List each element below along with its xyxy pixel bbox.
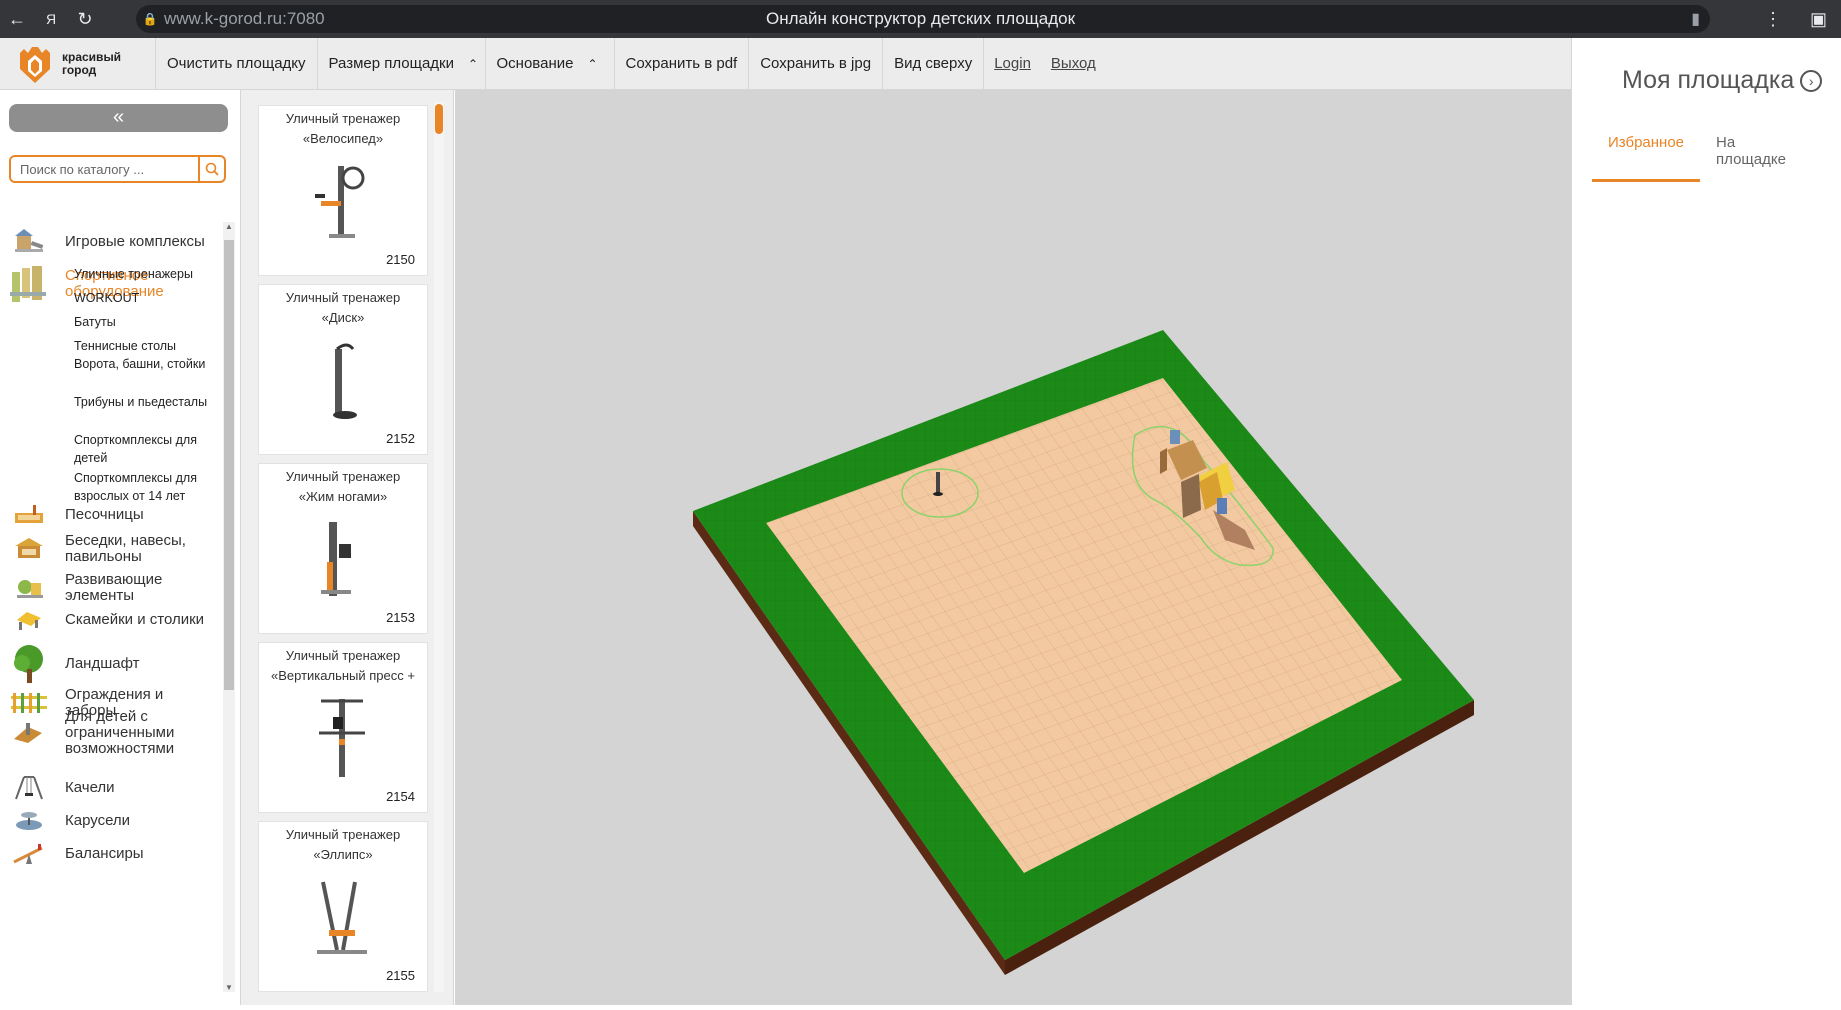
product-scroll-thumb[interactable]: [435, 104, 443, 134]
chevron-right-circle-icon[interactable]: ›: [1800, 69, 1823, 92]
product-title: Уличный тренажер «Жим ногами»: [285, 469, 401, 504]
category-swings[interactable]: Качели: [10, 771, 215, 805]
subcategory-outdoor-trainers[interactable]: Уличные тренажеры: [74, 265, 214, 283]
trainer-ellipse-image: [317, 881, 367, 954]
disc-trainer-base: [933, 492, 943, 496]
category-educational[interactable]: Развивающие элементы: [10, 571, 215, 605]
my-area-title: Моя площадка ›: [1622, 66, 1823, 95]
product-card[interactable]: Уличный тренажер «Велосипед» 2150: [259, 106, 427, 275]
url-text: www.k-gorod.ru:7080: [164, 9, 325, 28]
trainer-leg-press-image: [321, 522, 351, 596]
catalog-sidebar: « Игровые комплексы Спортивное оборудова…: [0, 90, 241, 1005]
product-card[interactable]: Уличный тренажер «Эллипс» 2155: [259, 822, 427, 991]
lock-icon: 🔒: [142, 12, 158, 26]
yandex-icon[interactable]: Я: [34, 0, 68, 38]
logout-link[interactable]: Выход: [1041, 38, 1106, 89]
swing-icon: [10, 771, 48, 805]
app-header: красивый город Очистить площадку Размер …: [0, 38, 1571, 90]
product-code: 2153: [386, 610, 415, 625]
area-size-dropdown[interactable]: Размер площадки ⌃: [318, 38, 486, 89]
tree-icon: [10, 643, 48, 685]
address-bar[interactable]: 🔒 www.k-gorod.ru:7080 ▮: [136, 5, 1710, 33]
bench-icon: [10, 603, 48, 637]
save-pdf-button[interactable]: Сохранить в pdf: [615, 38, 750, 89]
catalog-scroll-thumb[interactable]: [224, 240, 234, 690]
login-link[interactable]: Login: [984, 38, 1041, 89]
back-icon[interactable]: ←: [0, 0, 34, 38]
clear-area-button[interactable]: Очистить площадку: [156, 38, 318, 89]
playground-scene[interactable]: [455, 90, 1571, 1005]
playground-icon: [10, 225, 48, 259]
tab-on-area[interactable]: На площадке: [1700, 124, 1822, 182]
base-label: Основание: [496, 55, 574, 72]
trainer-vertical-press-image: [319, 699, 365, 777]
subcategory-trampolines[interactable]: Батуты: [74, 313, 214, 331]
seesaw-icon: [10, 837, 48, 871]
carousel-icon: [10, 804, 48, 838]
logo-mark-icon: [16, 43, 54, 85]
trainer-disc-image: [333, 343, 357, 419]
subcategory-workout[interactable]: WORKOUT: [74, 289, 214, 307]
sport-equipment-icon: [10, 262, 48, 306]
menu-dots-icon[interactable]: ⋮: [1764, 9, 1782, 30]
save-jpg-button[interactable]: Сохранить в jpg: [749, 38, 884, 89]
product-code: 2154: [386, 789, 415, 804]
chevron-up-icon: ⌃: [587, 56, 598, 71]
catalog-scrollbar[interactable]: ▲ ▼: [223, 222, 235, 992]
reload-icon[interactable]: ↻: [68, 0, 102, 38]
product-code: 2155: [386, 968, 415, 983]
product-title: Уличный тренажер «Велосипед»: [285, 111, 401, 146]
subcategory-kids-sport[interactable]: Спорткомплексы для детей: [74, 431, 214, 467]
disc-trainer-model[interactable]: [936, 472, 940, 494]
category-playgrounds[interactable]: Игровые комплексы: [10, 225, 215, 259]
extensions-icon[interactable]: ▣: [1810, 9, 1827, 30]
product-title: Уличный тренажер «Эллипс»: [285, 827, 401, 862]
product-code: 2150: [386, 252, 415, 267]
browser-toolbar: ← Я ↻ 🔒 www.k-gorod.ru:7080 ▮ Онлайн кон…: [0, 0, 1841, 38]
product-title: Уличный тренажер «Диск»: [285, 290, 401, 325]
product-card[interactable]: Уличный тренажер «Диск» 2152: [259, 285, 427, 454]
category-carousels[interactable]: Карусели: [10, 804, 215, 838]
category-gazebos[interactable]: Беседки, навесы, павильоны: [10, 532, 215, 566]
subcategory-tennis-tables[interactable]: Теннисные столы: [74, 337, 214, 355]
accessible-icon: [10, 716, 48, 750]
educational-icon: [10, 571, 48, 605]
subcategory-stands[interactable]: Трибуны и пьедесталы: [74, 393, 214, 411]
base-dropdown[interactable]: Основание ⌃: [486, 38, 615, 89]
area-size-label: Размер площадки: [328, 55, 455, 72]
product-title: Уличный тренажер «Вертикальный пресс +: [271, 648, 415, 683]
product-list: Уличный тренажер «Велосипед» 2150 Уличный…: [241, 90, 454, 1005]
my-area-tabs: Избранное На площадке: [1592, 124, 1822, 182]
product-card[interactable]: Уличный тренажер «Вертикальный пресс + 21…: [259, 643, 427, 812]
collapse-sidebar-button[interactable]: «: [9, 104, 228, 132]
chevron-up-icon: ⌃: [468, 56, 479, 71]
search-icon[interactable]: [198, 157, 224, 181]
category-accessible[interactable]: Для детей с ограниченными возможностями: [10, 709, 215, 757]
category-landscape[interactable]: Ландшафт: [10, 643, 215, 685]
tab-favorites[interactable]: Избранное: [1592, 124, 1701, 182]
logo-text: красивый город: [62, 49, 122, 77]
category-sandboxes[interactable]: Песочницы: [10, 498, 215, 532]
trainer-bike-image: [315, 166, 365, 238]
catalog-search: [9, 155, 226, 183]
product-code: 2152: [386, 431, 415, 446]
category-benches[interactable]: Скамейки и столики: [10, 603, 215, 637]
category-seesaws[interactable]: Балансиры: [10, 837, 215, 871]
product-scrollbar[interactable]: [434, 102, 444, 992]
bookmark-icon[interactable]: ▮: [1691, 9, 1700, 29]
product-card[interactable]: Уличный тренажер «Жим ногами» 2153: [259, 464, 427, 633]
gazebo-icon: [10, 532, 48, 566]
subcategory-goals-towers[interactable]: Ворота, башни, стойки: [74, 355, 214, 373]
scroll-down-icon[interactable]: ▼: [225, 983, 233, 992]
logo[interactable]: красивый город: [0, 38, 156, 89]
search-input[interactable]: [11, 157, 198, 181]
playground-canvas[interactable]: [455, 90, 1571, 1005]
top-view-button[interactable]: Вид сверху: [883, 38, 985, 89]
scroll-up-icon[interactable]: ▲: [225, 222, 233, 231]
sandbox-icon: [10, 498, 48, 532]
my-area-panel: Моя площадка › Избранное На площадке: [1571, 38, 1841, 1005]
